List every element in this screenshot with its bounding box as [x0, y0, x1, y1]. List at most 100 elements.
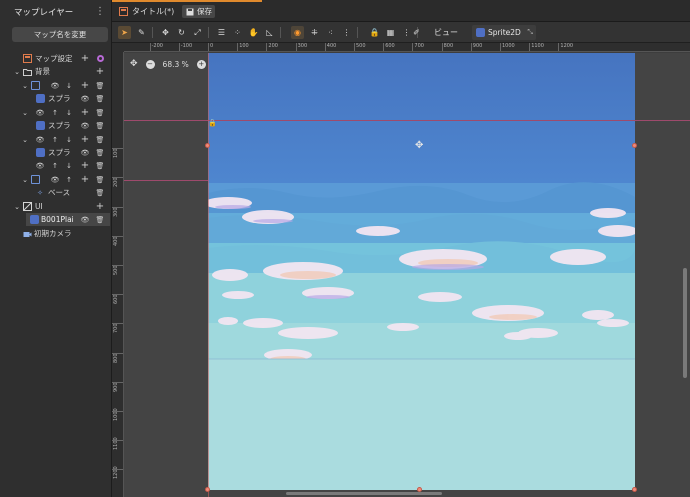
arrow-down-icon[interactable]: ↓ — [64, 135, 74, 145]
arrow-down-icon[interactable]: ↓ — [64, 108, 74, 118]
trash-icon[interactable]: 🗑 — [95, 188, 105, 198]
bone-icon[interactable]: ✐ — [410, 26, 423, 39]
tree-item-map-settings[interactable]: マップ設定 + — [0, 52, 110, 65]
vertical-scrollbar[interactable] — [683, 268, 687, 378]
snap-options-icon[interactable]: ⁖ — [324, 26, 337, 39]
eye-icon[interactable]: 👁 — [50, 81, 60, 91]
tree-item-b001[interactable]: B001Plai 👁 🗑 — [26, 213, 110, 226]
chevron-down-icon[interactable]: ⌄ — [20, 108, 30, 118]
tree-item-layer-group-1[interactable]: ⌄ 👁 ↓ + 🗑 — [0, 79, 110, 92]
resize-handle[interactable] — [205, 487, 210, 492]
smart-snap-icon[interactable]: ◉ — [291, 26, 304, 39]
arrow-up-icon[interactable]: ↑ — [50, 108, 60, 118]
pencil-tool-icon[interactable]: ✎ — [135, 26, 148, 39]
trash-icon[interactable]: 🗑 — [95, 94, 105, 104]
chevron-down-icon[interactable]: ⌄ — [20, 81, 30, 91]
eye-icon[interactable]: 👁 — [80, 121, 90, 131]
add-icon[interactable]: + — [95, 66, 105, 77]
ruler-tick — [529, 43, 531, 51]
chevron-down-icon[interactable]: ⌄ — [12, 67, 22, 77]
eye-icon[interactable]: 👁 — [35, 108, 45, 118]
zoom-out-button[interactable]: − — [145, 59, 155, 69]
eye-icon[interactable]: 👁 — [35, 161, 45, 171]
trash-icon[interactable]: 🗑 — [95, 161, 105, 171]
panel-menu-icon[interactable]: ⋮ — [95, 6, 105, 17]
pivot-tool-icon[interactable]: ⁘ — [231, 26, 244, 39]
zoom-level[interactable]: 68.3 % — [163, 60, 189, 69]
add-icon[interactable]: + — [80, 53, 90, 64]
add-icon[interactable]: + — [95, 201, 105, 212]
ruler-tool-icon[interactable]: ◺ — [263, 26, 276, 39]
zoom-in-button[interactable]: + — [196, 59, 206, 69]
group-icon[interactable]: ▦ — [384, 26, 397, 39]
trash-icon[interactable]: 🗑 — [95, 215, 105, 225]
resize-handle[interactable] — [632, 143, 637, 148]
eye-icon[interactable]: 👁 — [50, 175, 60, 185]
horizontal-scrollbar[interactable] — [286, 492, 442, 495]
tree-item-background[interactable]: ⌄ 背景 + — [0, 65, 110, 78]
add-icon[interactable]: + — [80, 80, 90, 91]
save-button[interactable]: 保存 — [182, 5, 215, 18]
add-icon[interactable]: + — [80, 107, 90, 118]
lock-icon[interactable]: 🔒 — [368, 26, 381, 39]
more-options-icon[interactable]: ⋮ — [340, 26, 353, 39]
trash-icon[interactable]: 🗑 — [95, 148, 105, 158]
tree-item-initial-camera[interactable]: 初期カメラ — [0, 227, 110, 240]
tree-item-ui[interactable]: ⌄ UI + — [0, 200, 110, 213]
trash-icon[interactable]: 🗑 — [95, 81, 105, 91]
crosshair-icon[interactable]: ✥ — [415, 140, 423, 151]
arrow-up-icon[interactable]: ↑ — [50, 161, 60, 171]
scene-tab[interactable]: タイトル(*) — [118, 4, 174, 19]
move-tool-icon[interactable]: ✥ — [159, 26, 172, 39]
resize-handle[interactable] — [632, 487, 637, 492]
grid-snap-icon[interactable]: ⁜ — [308, 26, 321, 39]
add-icon[interactable]: + — [80, 174, 90, 185]
resize-handle[interactable] — [205, 143, 210, 148]
rotate-tool-icon[interactable]: ↻ — [175, 26, 188, 39]
tree-item-layer-row[interactable]: 👁 ↑ ↓ + 🗑 — [0, 159, 110, 172]
pan-handle-icon[interactable]: ✥ — [130, 59, 138, 69]
trash-icon[interactable]: 🗑 — [95, 121, 105, 131]
arrow-down-icon[interactable]: ↓ — [64, 161, 74, 171]
settings-icon[interactable] — [95, 54, 105, 64]
layer-icon — [30, 81, 40, 91]
eye-icon[interactable]: 👁 — [80, 215, 90, 225]
chevron-down-icon[interactable]: ⌄ — [20, 175, 30, 185]
select-tool-icon[interactable]: ➤ — [118, 26, 131, 39]
guide-line[interactable] — [124, 180, 208, 181]
view-menu[interactable]: ビュー — [434, 26, 458, 39]
chevron-down-icon[interactable]: ⌄ — [20, 135, 30, 145]
eye-icon[interactable]: 👁 — [80, 94, 90, 104]
tree-item-layer-group-3[interactable]: ⌄ 👁 ↑ ↓ + 🗑 — [0, 133, 110, 146]
ruler-tick-label: 800 — [443, 43, 454, 49]
eye-icon[interactable]: 👁 — [80, 148, 90, 158]
canvas-viewport[interactable]: ✥ − 68.3 % + ✥ 🔒 — [124, 53, 690, 497]
scene-canvas[interactable]: ✥ — [208, 53, 635, 490]
chevron-down-icon[interactable]: ⌄ — [12, 202, 22, 212]
tree-item-base[interactable]: ✧ ベース 🗑 — [0, 186, 110, 199]
expand-icon[interactable]: ⤡ — [527, 28, 533, 37]
tree-item-layer-group-2[interactable]: ⌄ 👁 ↑ ↓ + 🗑 — [0, 106, 110, 119]
arrow-down-icon[interactable]: ↓ — [64, 81, 74, 91]
add-icon[interactable]: + — [80, 160, 90, 171]
list-select-icon[interactable]: ☰ — [215, 26, 228, 39]
ruler-tick — [112, 411, 123, 412]
tree-item-sprite-a[interactable]: スプラ 👁 🗑 — [0, 92, 110, 105]
tree-item-sprite-b[interactable]: スプラ 👁 🗑 — [0, 119, 110, 132]
node-selector[interactable]: Sprite2D ⤡ — [472, 25, 536, 40]
add-icon[interactable]: + — [80, 134, 90, 145]
ruler-tick-label: 400 — [113, 236, 119, 246]
arrow-up-icon[interactable]: ↑ — [50, 135, 60, 145]
tree-item-layer-group-4[interactable]: ⌄ 👁 ↑ + 🗑 — [0, 173, 110, 186]
trash-icon[interactable]: 🗑 — [95, 108, 105, 118]
tree-item-sprite-c[interactable]: スプラ 👁 🗑 — [0, 146, 110, 159]
pan-tool-icon[interactable]: ✋ — [247, 26, 260, 39]
camera-icon — [22, 229, 32, 239]
trash-icon[interactable]: 🗑 — [95, 175, 105, 185]
scale-tool-icon[interactable]: ⤢ — [191, 26, 204, 39]
tree-label: スプラ — [48, 94, 71, 103]
eye-icon[interactable]: 👁 — [35, 135, 45, 145]
trash-icon[interactable]: 🗑 — [95, 135, 105, 145]
rename-map-button[interactable]: マップ名を変更 — [12, 27, 108, 42]
arrow-up-icon[interactable]: ↑ — [64, 175, 74, 185]
